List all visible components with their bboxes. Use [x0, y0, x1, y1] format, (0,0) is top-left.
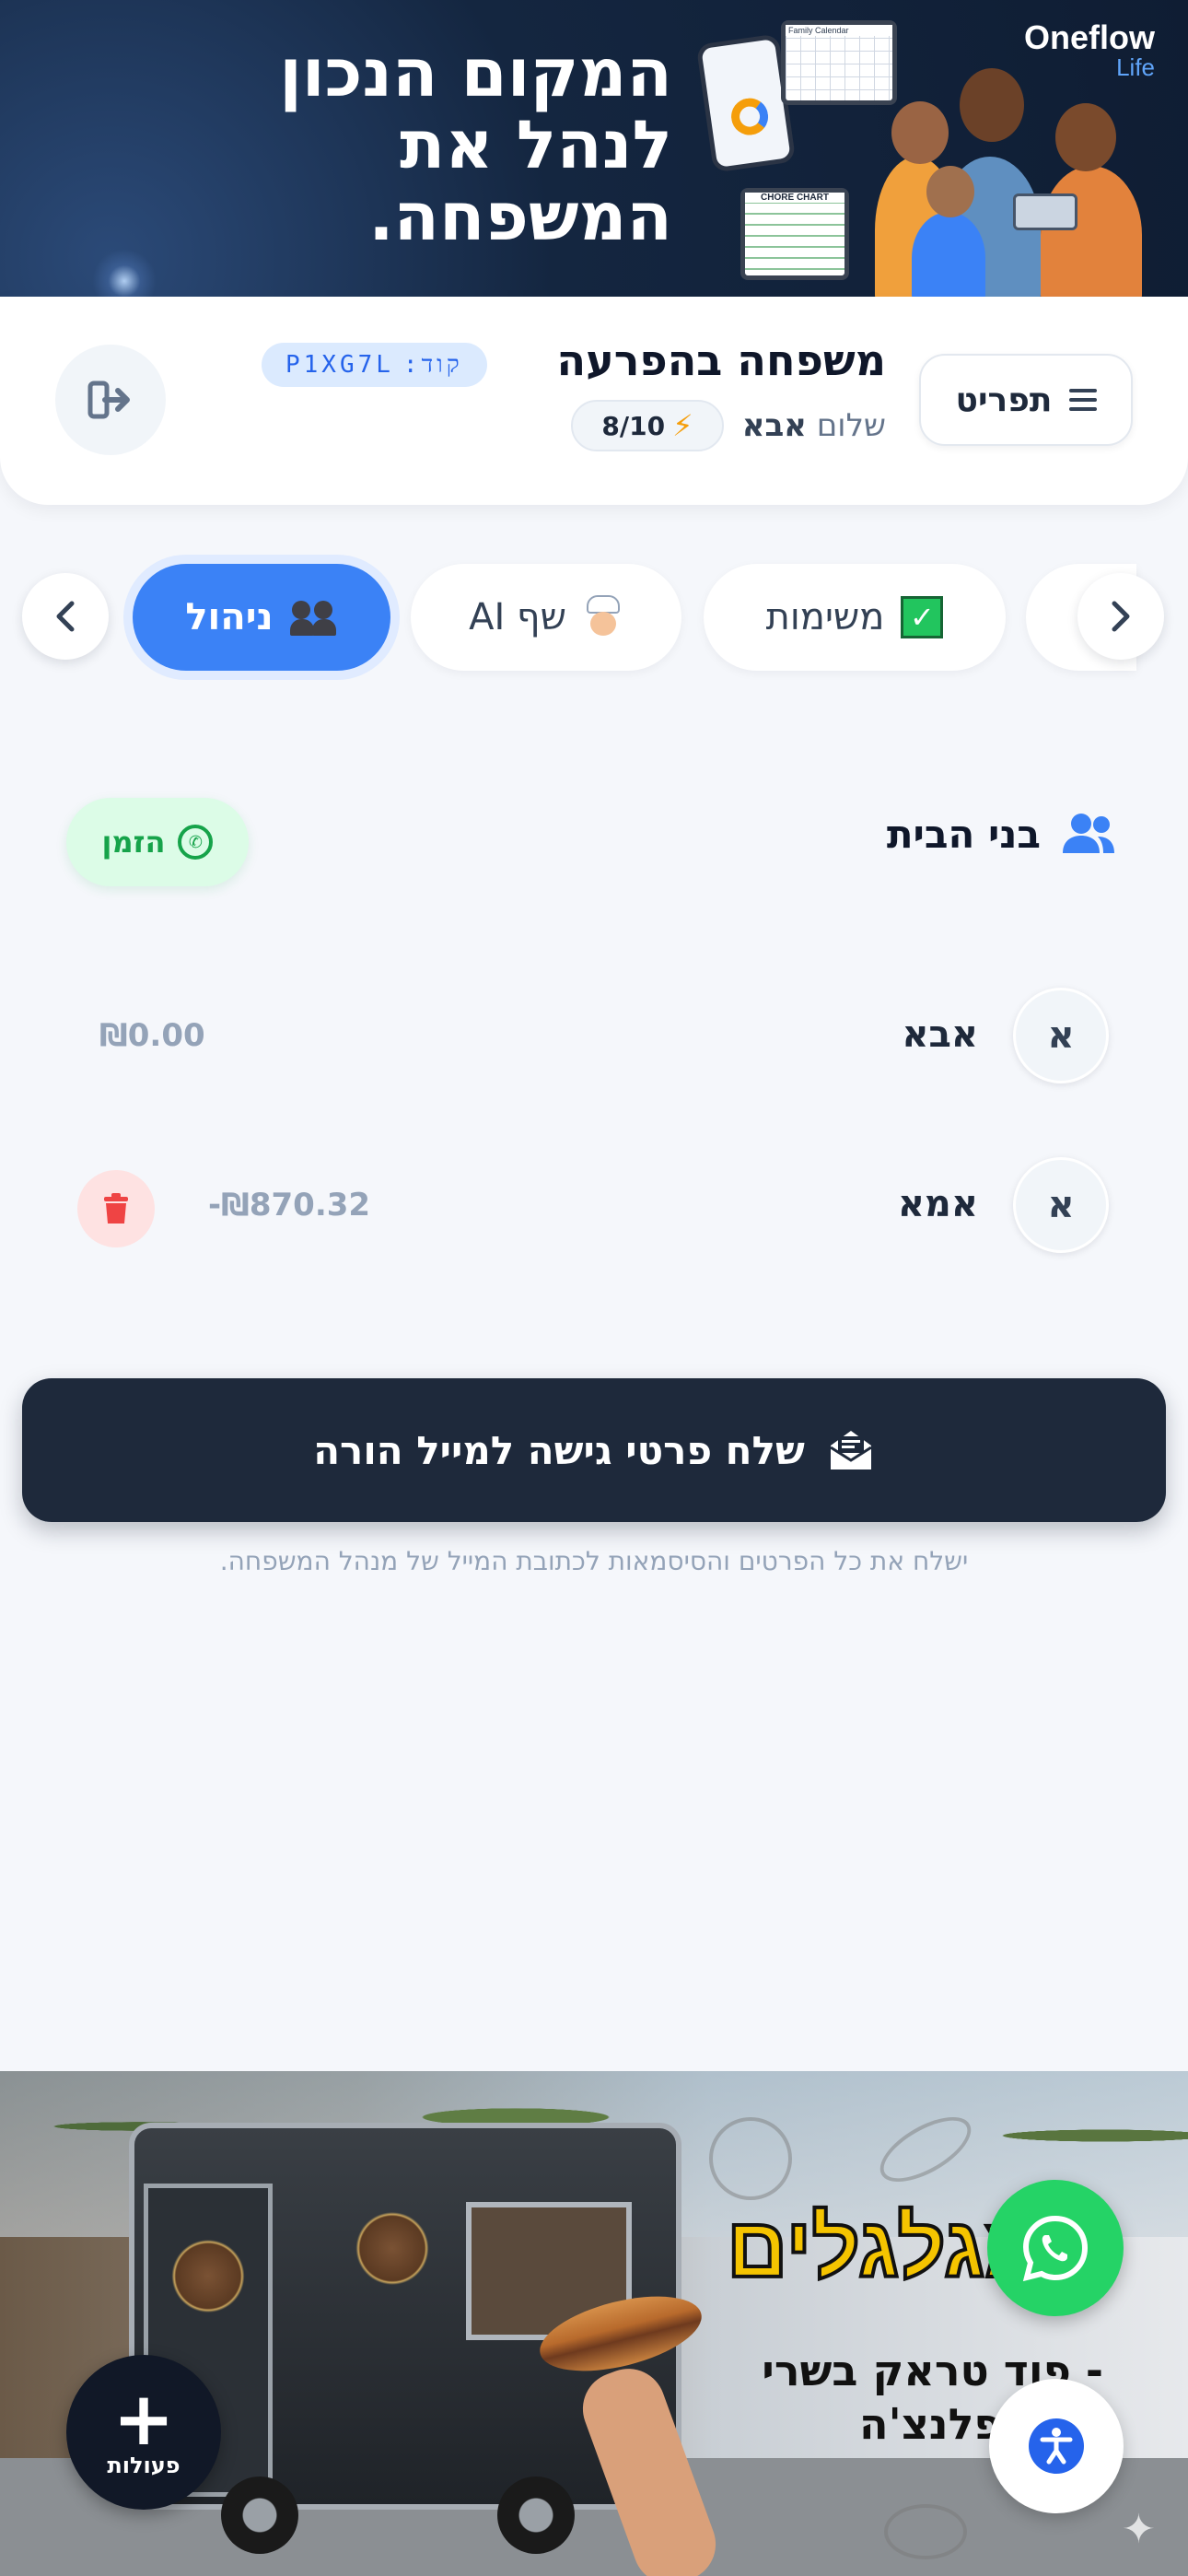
menu-label: תפריט	[955, 381, 1053, 419]
member-name: אמא	[897, 1183, 978, 1225]
hamburger-icon	[1068, 389, 1097, 411]
avatar: א	[1013, 1157, 1109, 1253]
invite-label: הזמן	[101, 825, 166, 860]
household-title: בני הבית	[887, 811, 1116, 857]
user-name: אבא	[741, 407, 807, 444]
bolt-icon: ⚡	[672, 408, 693, 443]
users-icon	[1063, 814, 1114, 853]
people-icon	[289, 597, 338, 638]
top-promo-banner: המקום הנכון לנהל את המשפחה. Family Calen…	[0, 0, 1188, 297]
wheel	[221, 2476, 298, 2554]
tab-manage-label: ניהול	[185, 596, 274, 638]
tab-tasks-label: משימות	[765, 596, 885, 638]
member-name: אבא	[902, 1013, 978, 1056]
bull-logo	[355, 2211, 429, 2294]
accessibility-button[interactable]	[989, 2379, 1124, 2513]
household-title-label: בני הבית	[886, 811, 1041, 857]
brand-name: Oneflow	[1024, 18, 1155, 56]
tablet-illustration	[1013, 193, 1077, 230]
brand-sub: Life	[1116, 53, 1155, 81]
tab-manage[interactable]: ניהול	[133, 564, 390, 671]
send-access-label: שלח פרטי גישה למייל הורה	[313, 1427, 805, 1473]
chore-chart-illustration: CHORE CHART	[740, 188, 849, 280]
member-balance: ₪0.00	[99, 1017, 205, 1054]
member-balance: -₪870.32	[208, 1187, 371, 1224]
member-row[interactable]: א אמא -₪870.32	[0, 1152, 1188, 1262]
points-value: 8/10	[601, 410, 666, 441]
code-value: P1XG7L	[285, 351, 394, 379]
person-figure	[912, 212, 985, 297]
invite-button[interactable]: ✆ הזמן	[66, 798, 249, 886]
whatsapp-fab[interactable]	[987, 2180, 1124, 2316]
helper-text: ישלח את כל הפרטים והסיסמאות לכתובת המייל…	[219, 1546, 969, 1576]
person-head	[891, 101, 949, 164]
scroll-right-button[interactable]	[1077, 573, 1164, 660]
envelope-icon	[829, 1431, 872, 1469]
whatsapp-icon: ✆	[178, 825, 214, 860]
wheel	[497, 2476, 575, 2554]
family-code-badge[interactable]: קוד: P1XG7L	[262, 343, 487, 387]
burger-sketch	[884, 2504, 967, 2559]
actions-label: פעולות	[107, 2453, 181, 2478]
points-badge: 8/10 ⚡	[571, 400, 724, 451]
accessibility-icon	[1029, 2418, 1084, 2474]
avatar: א	[1013, 988, 1109, 1083]
actions-fab[interactable]: + פעולות	[66, 2355, 221, 2510]
banner-headline-line1: המקום הנכון	[279, 34, 672, 111]
family-illustration	[875, 55, 1151, 297]
scroll-left-button[interactable]	[22, 573, 109, 660]
banner-headline-line3: המשפחה.	[368, 178, 672, 255]
sparkle-decoration	[92, 249, 157, 297]
bull-logo	[171, 2239, 245, 2322]
person-head	[960, 68, 1024, 142]
trash-icon	[104, 1193, 128, 1224]
greeting-prefix: שלום	[816, 407, 886, 444]
plus-icon: +	[112, 2376, 175, 2462]
family-name: משפחה בהפרעה	[556, 335, 887, 385]
grill-sketch	[709, 2117, 792, 2200]
greeting: שלום אבא	[742, 407, 886, 444]
header-card: תפריט משפחה בהפרעה קוד: P1XG7L שלום אבא …	[0, 297, 1188, 505]
banner-headline-line2: לנהל את	[400, 106, 672, 183]
logout-button[interactable]	[55, 345, 166, 455]
code-label: קוד:	[402, 351, 463, 379]
person-head	[926, 166, 974, 217]
send-access-button[interactable]: שלח פרטי גישה למייל הורה	[22, 1378, 1166, 1522]
checkbox-icon: ✓	[901, 596, 944, 638]
tabs-row: ✓ משימות שף AI ניהול	[0, 553, 1188, 682]
chore-chart-label: CHORE CHART	[745, 193, 844, 203]
menu-button[interactable]: תפריט	[919, 354, 1133, 446]
tab-chef-ai[interactable]: שף AI	[411, 564, 681, 671]
logout-icon	[87, 381, 130, 419]
delete-member-button[interactable]	[77, 1170, 155, 1247]
banner-headline: המקום הנכון לנהל את המשפחה.	[157, 37, 672, 252]
chevron-left-icon	[56, 601, 75, 632]
tab-chef-ai-label: שף AI	[469, 596, 566, 638]
brand-logo: Oneflow Life	[1024, 18, 1155, 82]
pie-chart-icon	[728, 95, 771, 138]
member-row[interactable]: א אבא ₪0.00	[0, 982, 1188, 1093]
whatsapp-icon	[1022, 2215, 1089, 2282]
chevron-right-icon	[1112, 601, 1130, 632]
chef-icon	[583, 595, 623, 639]
sparkle-icon: ✦	[1122, 2506, 1156, 2553]
tab-tasks[interactable]: ✓ משימות	[704, 564, 1006, 671]
calendar-label: Family Calendar	[786, 25, 892, 36]
person-figure	[1041, 166, 1142, 297]
person-head	[1055, 103, 1116, 171]
